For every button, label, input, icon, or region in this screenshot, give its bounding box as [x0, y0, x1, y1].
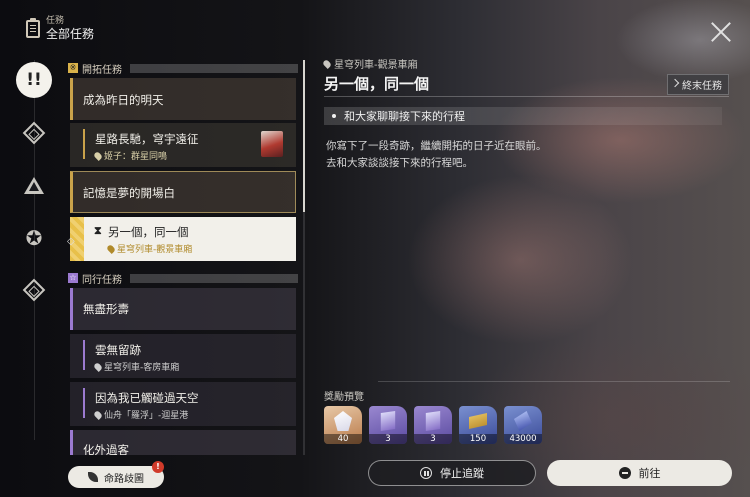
- section-trailblaze: ※ 開拓任務: [68, 62, 298, 76]
- close-icon[interactable]: [710, 21, 732, 43]
- quest-location: 姬子：群星同鳴: [93, 149, 167, 162]
- go-label: 前往: [638, 467, 661, 480]
- pin-icon: [93, 361, 103, 372]
- pin-icon: [322, 58, 332, 69]
- quest-list: ※ 開拓任務 成為昨日的明天 星路長馳，穹宇遠征 姬子：群星同鳴 記憶是夢的開場…: [68, 60, 300, 455]
- pin-icon: [106, 243, 116, 254]
- reward-item[interactable]: 40: [324, 406, 362, 444]
- quest-group-2[interactable]: 記憶是夢的開場白: [70, 171, 296, 213]
- quest-label: 無盡形壽: [83, 302, 129, 316]
- quest-label: 星路長馳，穹宇遠征: [95, 132, 199, 146]
- quest-group-4[interactable]: 化外過客: [70, 430, 296, 455]
- quest-label: 雲無留跡: [95, 343, 141, 357]
- section-trailblaze-label: 開拓任務: [82, 64, 122, 76]
- stop-tracking-label: 停止追蹤: [440, 467, 484, 480]
- selection-indicator-icon: ◇: [67, 236, 75, 247]
- exp-icon: [514, 411, 532, 431]
- section-companion-icon: ☆: [68, 273, 78, 283]
- character-portrait: [261, 131, 283, 157]
- all-quests-tab[interactable]: !!: [16, 62, 52, 98]
- pin-icon: [93, 150, 103, 161]
- leaf-icon: [88, 472, 98, 482]
- quest-group-3[interactable]: 無盡形壽: [70, 288, 296, 330]
- route-map-button[interactable]: 命路歧圖: [68, 466, 164, 488]
- quest-label: 因為我已觸碰過天空: [95, 391, 199, 405]
- daily-icon[interactable]: [22, 278, 46, 302]
- pause-icon: [420, 467, 432, 479]
- credit-icon: [469, 413, 487, 429]
- quest-tag: 終末任務: [667, 74, 729, 95]
- quest-label: 成為昨日的明天: [83, 93, 164, 107]
- reward-item[interactable]: 43000: [504, 406, 542, 444]
- companion-icon[interactable]: [23, 176, 45, 198]
- detail-location: 星穹列車-觀景車廂: [322, 56, 729, 71]
- pin-icon: [93, 409, 103, 420]
- stellar-jade-icon: [334, 411, 352, 431]
- notification-badge: !: [152, 461, 164, 473]
- divider: [378, 381, 730, 382]
- quest-item-2[interactable]: 雲無留跡 星穹列車-客房車廂: [70, 334, 296, 378]
- quest-item-1[interactable]: 星路長馳，穹宇遠征 姬子：群星同鳴: [70, 123, 296, 167]
- route-map-label: 命路歧圖: [104, 473, 144, 485]
- quest-group-1[interactable]: 成為昨日的明天: [70, 78, 296, 120]
- hourglass-icon: ⧗: [94, 224, 102, 237]
- reward-list: 40 3 3 150 43000: [324, 406, 542, 444]
- quest-item-3[interactable]: 因為我已觸碰過天空 仙舟「羅浮」-迴星港: [70, 382, 296, 426]
- reward-item[interactable]: 3: [369, 406, 407, 444]
- reward-label: 獎勵預覽: [324, 392, 364, 403]
- clipboard-icon: [26, 18, 40, 38]
- go-icon: [618, 467, 631, 479]
- adventure-icon[interactable]: ✪: [23, 227, 45, 249]
- page-title: 全部任務: [46, 27, 95, 41]
- quest-location: 仙舟「羅浮」-迴星港: [93, 408, 188, 421]
- objective-row: 和大家聊聊接下來的行程: [324, 107, 722, 125]
- trailblaze-icon[interactable]: [22, 121, 46, 145]
- quest-item-selected[interactable]: ⧗ 另一個，同一個 星穹列車-觀景車廂: [70, 217, 296, 261]
- quest-location: 星穹列車-觀景車廂: [106, 242, 192, 255]
- divider: [324, 96, 729, 97]
- reward-item[interactable]: 3: [414, 406, 452, 444]
- quest-label: 記憶是夢的開場白: [83, 186, 175, 200]
- quest-detail: 星穹列車-觀景車廂 另一個，同一個 終末任務 和大家聊聊接下來的行程 你寫下了一…: [322, 56, 729, 169]
- sidebar-line: [34, 60, 35, 440]
- section-companion-label: 同行任務: [82, 274, 122, 286]
- scrollbar-thumb[interactable]: [303, 60, 305, 212]
- header-category: 任務: [46, 16, 65, 26]
- quest-label: 另一個，同一個: [108, 225, 189, 239]
- quest-location: 星穹列車-客房車廂: [93, 360, 179, 373]
- purple-book-icon: [380, 411, 396, 431]
- stop-tracking-button[interactable]: 停止追蹤: [368, 460, 536, 486]
- page-header: 任務 全部任務: [26, 16, 94, 42]
- section-trailblaze-icon: ※: [68, 63, 78, 73]
- bullet-icon: [332, 114, 336, 118]
- quest-label: 化外過客: [83, 443, 129, 455]
- quest-description: 你寫下了一段奇跡，繼續開拓的日子近在眼前。 去和大家談談接下來的行程吧。: [326, 140, 547, 169]
- go-button[interactable]: 前往: [547, 460, 732, 486]
- section-companion: ☆ 同行任務: [68, 272, 298, 286]
- reward-item[interactable]: 150: [459, 406, 497, 444]
- refine-material-icon: [425, 411, 441, 431]
